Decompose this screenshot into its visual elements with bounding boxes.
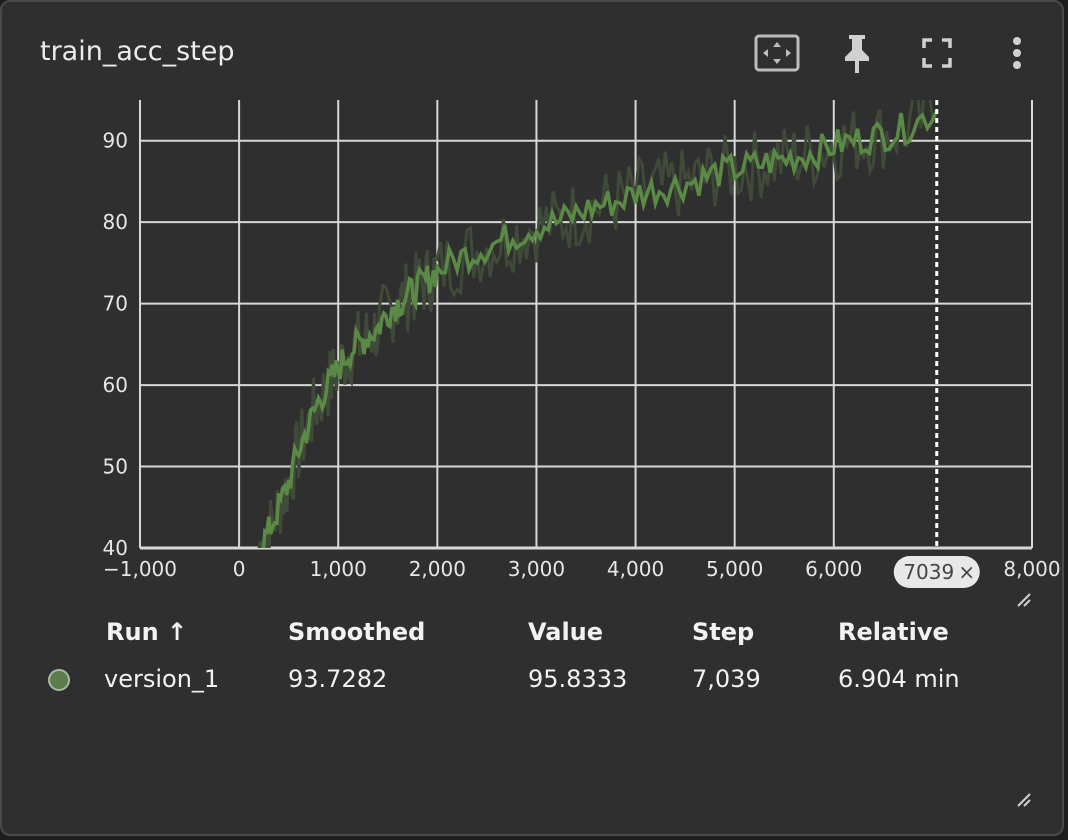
header-step[interactable]: Step [692, 618, 754, 646]
cell-step: 7,039 [692, 665, 761, 693]
cell-relative: 6.904 min [838, 665, 960, 693]
x-tick-label: 6,000 [805, 557, 862, 581]
run-color-dot[interactable] [48, 669, 70, 691]
x-tick-label: 1,000 [310, 557, 367, 581]
x-tick-label: 4,000 [607, 557, 664, 581]
cell-run: version_1 [104, 665, 220, 693]
header-value[interactable]: Value [528, 618, 603, 646]
cell-value: 95.8333 [528, 665, 628, 693]
raw-series-line [257, 100, 935, 548]
x-tick-label: 3,000 [508, 557, 565, 581]
step-cursor-label: 7039 [903, 560, 954, 584]
chart-resize-handle[interactable] [1016, 592, 1032, 608]
header-smoothed[interactable]: Smoothed [288, 618, 425, 646]
y-tick-label: 50 [103, 455, 128, 479]
x-tick-label: −1,000 [103, 557, 177, 581]
x-tick-label: 5,000 [706, 557, 763, 581]
x-tick-label: 8,000 [1003, 557, 1060, 581]
card-resize-handle[interactable] [1016, 792, 1032, 808]
y-tick-label: 80 [103, 210, 128, 234]
x-tick-label: 2,000 [409, 557, 466, 581]
y-tick-label: 90 [103, 129, 128, 153]
y-tick-label: 70 [103, 292, 128, 316]
cell-smoothed: 93.7282 [288, 665, 388, 693]
header-relative[interactable]: Relative [838, 618, 949, 646]
line-chart[interactable]: 40 50 60 70 80 90 −1,000 0 1,000 2,000 3,000 4,000 5… [2, 2, 1066, 612]
scalar-card: train_acc_step 40 50 60 70 80 90 −1,000 0 1,000 2… [0, 0, 1064, 836]
step-cursor-chip[interactable]: 7039 × [893, 556, 980, 588]
header-run[interactable]: Run ↑ [106, 618, 187, 646]
close-icon: × [958, 560, 975, 584]
series-line-version_1 [261, 109, 939, 548]
y-tick-label: 60 [103, 373, 128, 397]
x-tick-label: 0 [233, 557, 246, 581]
